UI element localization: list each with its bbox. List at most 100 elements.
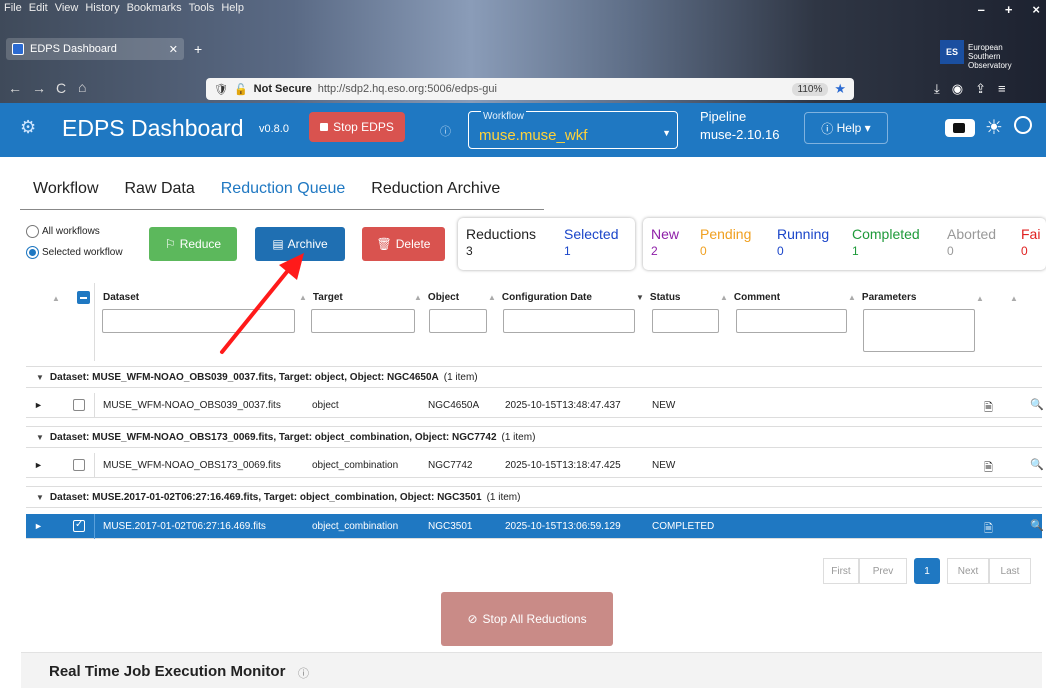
sort-icon[interactable]: ▲ [1010, 294, 1018, 303]
menu-history[interactable]: History [85, 2, 119, 18]
collapse-caret-icon[interactable]: ▼ [36, 493, 44, 502]
bookmark-star-icon[interactable]: ★ [834, 81, 846, 97]
extensions-icon[interactable]: ⇪ [975, 81, 986, 97]
status-new: New 2 [651, 226, 680, 258]
selected-stat: Selected 1 [564, 226, 619, 258]
help-circle-icon[interactable]: ⓘ [440, 123, 451, 139]
menu-help[interactable]: Help [221, 2, 244, 18]
target-filter-input[interactable] [311, 309, 415, 333]
reduce-button[interactable]: ⚐ Reduce [149, 227, 237, 261]
menu-bookmarks[interactable]: Bookmarks [127, 2, 182, 18]
archive-button[interactable]: ▤ Archive [255, 227, 345, 261]
document-icon[interactable]: 🗎 [984, 399, 993, 418]
menu-file[interactable]: File [4, 2, 22, 18]
cell-status: NEW [652, 400, 676, 411]
col-target[interactable]: ▲ Target [299, 292, 343, 303]
search-icon[interactable]: 🔍 [1030, 398, 1044, 411]
tab-raw-data[interactable]: Raw Data [112, 176, 208, 208]
account-icon[interactable]: ◉ [952, 81, 963, 97]
status-filter-input[interactable] [652, 309, 719, 333]
parameters-filter-input[interactable] [863, 309, 975, 352]
radio-all-workflows[interactable]: All workflows [26, 225, 100, 238]
document-icon[interactable]: 🗎 [984, 520, 993, 539]
dataset-filter-input[interactable] [102, 309, 295, 333]
url-bar[interactable]: 🛡 🔓 Not Secure http://sdp2.hq.eso.org:50… [206, 78, 854, 100]
col-config-date[interactable]: ▲ Configuration Date [488, 292, 592, 303]
help-dropdown-button[interactable]: ⓘ Help ▾ [804, 112, 888, 144]
app-version: v0.8.0 [259, 123, 289, 135]
help-circle-icon[interactable]: ⓘ [298, 665, 309, 681]
table-row-selected[interactable]: ► MUSE.2017-01-02T06:27:16.469.fits obje… [26, 514, 1044, 539]
object-filter-input[interactable] [429, 309, 487, 333]
select-all-checkbox[interactable] [77, 291, 90, 304]
sun-icon[interactable]: ☀ [985, 115, 1003, 140]
insecure-lock-icon[interactable]: 🔓 [234, 83, 248, 96]
menu-hamburger-icon[interactable]: ≡ [998, 81, 1006, 97]
stop-all-reductions-button[interactable]: ⊘ Stop All Reductions [441, 592, 613, 646]
col-status[interactable]: ▼ Status [636, 292, 680, 303]
delete-button[interactable]: 🗑 Delete [362, 227, 445, 261]
home-icon[interactable]: ⌂ [78, 79, 86, 95]
col-parameters[interactable]: ▲ Parameters [848, 292, 916, 303]
maximize-icon[interactable]: + [1005, 2, 1013, 17]
workflow-select[interactable]: Workflow muse.muse_wkf ▼ [468, 111, 678, 149]
forward-icon[interactable]: → [32, 80, 46, 96]
group-header[interactable]: ▼ Dataset: MUSE_WFM-NOAO_OBS173_0069.fit… [26, 426, 1042, 448]
menu-view[interactable]: View [55, 2, 79, 18]
download-icon[interactable]: ⤓ [934, 81, 940, 97]
page-last-button[interactable]: Last [989, 558, 1031, 584]
document-icon[interactable]: 🗎 [984, 459, 993, 478]
zoom-level[interactable]: 110% [791, 82, 829, 96]
url-text[interactable]: http://sdp2.hq.eso.org:5006/edps-gui [318, 83, 497, 95]
row-checkbox[interactable] [73, 399, 85, 411]
col-dataset[interactable]: Dataset [103, 292, 139, 303]
menu-tools[interactable]: Tools [189, 2, 215, 18]
expand-icon[interactable]: ► [34, 460, 43, 470]
sort-icon[interactable]: ▲ [976, 294, 984, 303]
cell-dataset: MUSE_WFM-NOAO_OBS173_0069.fits [103, 460, 281, 471]
radio-button[interactable] [26, 246, 39, 259]
tab-workflow[interactable]: Workflow [20, 176, 112, 208]
search-icon[interactable]: 🔍 [1030, 458, 1044, 471]
page-first-button[interactable]: First [823, 558, 859, 584]
reload-icon[interactable]: C [56, 80, 66, 96]
main-tabs: Workflow Raw Data Reduction Queue Reduct… [20, 176, 513, 208]
col-object[interactable]: ▲ Object [414, 292, 459, 303]
minimize-icon[interactable]: – [978, 2, 985, 17]
collapse-caret-icon[interactable]: ▼ [36, 373, 44, 382]
menu-edit[interactable]: Edit [29, 2, 48, 18]
table-row[interactable]: ► MUSE_WFM-NOAO_OBS039_0037.fits object … [26, 393, 1044, 418]
workflow-label: Workflow [481, 111, 526, 122]
group-header[interactable]: ▼ Dataset: MUSE.2017-01-02T06:27:16.469.… [26, 486, 1042, 508]
search-icon[interactable]: 🔍 [1030, 519, 1044, 532]
sort-asc-icon[interactable]: ▲ [52, 294, 60, 303]
pipeline-label: Pipeline [700, 109, 747, 124]
collapse-caret-icon[interactable]: ▼ [36, 433, 44, 442]
radio-selected-workflow[interactable]: Selected workflow [26, 246, 123, 259]
browser-toolbar-icons: ⤓ ◉ ⇪ ≡ [934, 81, 1006, 97]
comment-filter-input[interactable] [736, 309, 847, 333]
expand-icon[interactable]: ► [34, 521, 43, 531]
page-prev-button[interactable]: Prev [859, 558, 907, 584]
back-icon[interactable]: ← [8, 80, 22, 96]
shield-icon[interactable]: 🛡 [214, 83, 228, 96]
close-window-icon[interactable]: × [1032, 2, 1040, 17]
tab-reduction-queue[interactable]: Reduction Queue [208, 176, 359, 208]
page-current-button[interactable]: 1 [914, 558, 940, 584]
date-filter-input[interactable] [503, 309, 635, 333]
new-tab-icon[interactable]: + [194, 41, 202, 57]
row-checkbox-checked[interactable] [73, 519, 85, 532]
expand-icon[interactable]: ► [34, 400, 43, 410]
group-header[interactable]: ▼ Dataset: MUSE_WFM-NOAO_OBS039_0037.fit… [26, 366, 1042, 388]
col-comment[interactable]: ▲ Comment [720, 292, 780, 303]
browser-tab[interactable]: EDPS Dashboard ✕ [6, 38, 184, 60]
moon-circle-icon[interactable] [1014, 116, 1032, 134]
table-row[interactable]: ► MUSE_WFM-NOAO_OBS173_0069.fits object_… [26, 453, 1044, 478]
stop-edps-button[interactable]: Stop EDPS [309, 112, 405, 142]
tab-reduction-archive[interactable]: Reduction Archive [358, 176, 513, 208]
theme-toggle[interactable] [945, 119, 975, 137]
tab-close-icon[interactable]: ✕ [169, 43, 178, 56]
page-next-button[interactable]: Next [947, 558, 989, 584]
row-checkbox[interactable] [73, 459, 85, 471]
radio-button[interactable] [26, 225, 39, 238]
